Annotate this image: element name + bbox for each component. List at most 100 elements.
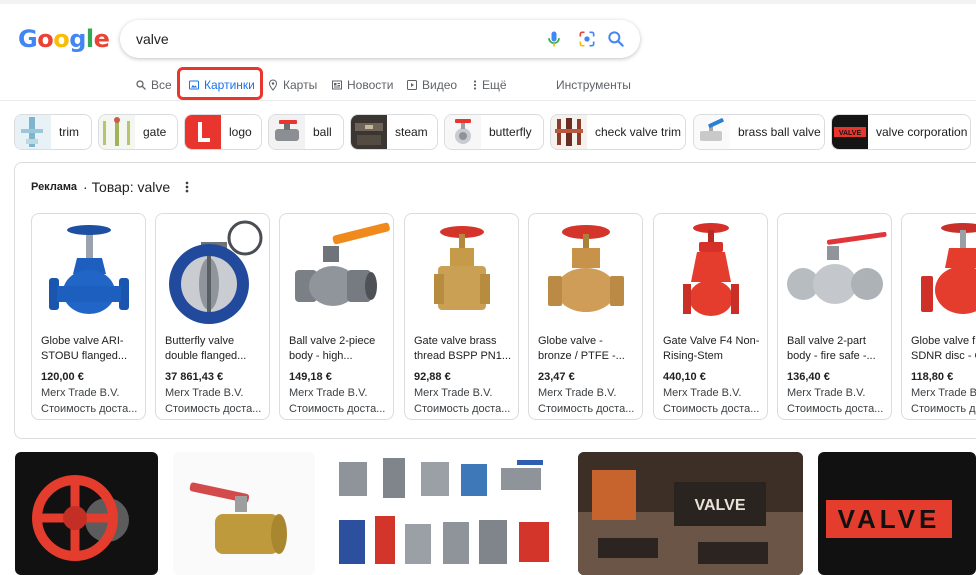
product-name: Globe valve flanged SDNR disc - G... [911,335,976,362]
valve-office-image: VALVE [578,452,803,575]
product-price: 92,88 € [414,371,451,383]
product-store: Merx Trade B.V. [538,387,617,399]
image-results: VALVE VALVE [0,452,976,575]
chip-butterfly[interactable]: butterfly [444,114,544,150]
valve-logo-text: VALVE [838,504,941,534]
ad-label: Реклама [31,181,78,193]
chip-thumbnail [185,115,221,149]
product-shipping: Стоимость доста... [787,403,884,415]
tools-button[interactable]: Инструменты [556,74,631,96]
product-shipping: Стоимость доста... [41,403,138,415]
product-store: Merx Trade B.V. [41,387,120,399]
image-result[interactable]: VALVE [578,452,803,575]
product-card[interactable]: Butterfly valve double flanged... 37 861… [155,213,270,420]
image-result[interactable]: VALVE [818,452,976,575]
image-result[interactable] [173,452,315,575]
product-shipping: Стоимость доста... [289,403,386,415]
valve-sign-text: VALVE [695,497,746,514]
more-vert-icon [473,80,477,90]
chip-label: logo [229,125,252,139]
product-shipping: Стоимость доста... [911,403,976,415]
product-card[interactable]: Ball valve 2-piece body - high... 149,18… [279,213,394,420]
image-result[interactable] [331,452,563,575]
logo-letter: l [85,25,94,53]
top-strip [0,0,976,4]
logo-letter: G [18,25,38,53]
product-name: Ball valve 2-piece body - high... [289,335,376,362]
tab-maps[interactable]: Карты [267,74,317,96]
chip-thumbnail: VALVE [832,115,868,149]
tab-news[interactable]: Новости [331,74,393,96]
chip-label: valve corporation [876,125,968,139]
chip-label: check valve trim [595,125,682,139]
tab-more[interactable]: Ещё [472,74,507,96]
chip-valve-corporation[interactable]: VALVE valve corporation [831,114,971,150]
product-card[interactable]: Gate Valve F4 Non-Rising-Stem GGG4... 44… [653,213,768,420]
product-card[interactable]: Globe valve flanged SDNR disc - G... 118… [901,213,976,420]
camera-lens-icon[interactable] [577,29,597,49]
logo-letter: o [53,25,70,53]
chip-label: ball [313,125,332,139]
product-store: Merx Trade B.V. [289,387,368,399]
image-result[interactable] [15,452,158,575]
search-tabs: Все Картинки Карты Новости Видео Ещё Инс… [0,68,976,100]
product-store: Merx Trade B.V. [663,387,742,399]
product-shipping: Стоимость доста... [165,403,262,415]
valve-handwheel-image [32,475,129,561]
product-image [434,226,490,310]
tab-label: Все [151,78,172,92]
chip-brass-ball-valve[interactable]: brass ball valve [693,114,825,150]
logo-letter: o [37,25,54,53]
product-store: Merx Trade B.V. [165,387,244,399]
product-name: Globe valve - bronze / PTFE -... [538,335,625,362]
valve-logo-mini: VALVE [839,130,862,137]
tab-label: Ещё [482,78,507,92]
search-input[interactable]: valve [136,31,169,47]
chip-check-valve-trim[interactable]: check valve trim [550,114,686,150]
product-card[interactable]: Ball valve 2-part body - fire safe -... … [777,213,892,420]
news-icon [332,80,342,90]
product-card[interactable]: Gate valve brass thread BSPP PN1... 92,8… [404,213,519,420]
chip-logo[interactable]: logo [184,114,262,150]
chip-steam[interactable]: steam [350,114,438,150]
chip-thumbnail [15,115,51,149]
chip-thumbnail [551,115,587,149]
chip-label: steam [395,125,428,139]
chip-label: gate [143,125,167,139]
product-card[interactable]: Globe valve ARI-STOBU flanged... 120,00 … [31,213,146,420]
chip-thumbnail [351,115,387,149]
search-box[interactable]: valve [120,20,640,58]
product-price: 136,40 € [787,371,830,383]
shopping-ads-card: Реклама · Товар: valve Globe valve ARI-S… [14,162,976,439]
logo-letter: g [69,25,86,53]
chip-trim[interactable]: trim [14,114,92,150]
tab-all[interactable]: Все [135,74,172,96]
product-image [548,225,624,312]
shopping-header: Реклама · Товар: valve [31,179,190,195]
tab-label: Карты [283,78,318,92]
product-price: 120,00 € [41,371,84,383]
chip-ball[interactable]: ball [268,114,344,150]
valve-logo-image: VALVE [826,500,952,538]
product-image [787,231,887,304]
chip-thumbnail [269,115,305,149]
chip-thumbnail [694,115,730,149]
product-store: Merx Trade B.V. [787,387,866,399]
logo-letter: e [93,25,110,53]
product-store: Merx Trade B.V. [414,387,493,399]
product-price: 23,47 € [538,371,575,383]
related-chips: trim gate logo ball steam butterfly chec… [14,114,976,150]
tab-video[interactable]: Видео [406,74,457,96]
images-tab-highlight [177,67,263,100]
chip-gate[interactable]: gate [98,114,178,150]
microphone-icon[interactable] [544,29,564,49]
product-card[interactable]: Globe valve - bronze / PTFE -... 23,47 €… [528,213,643,420]
tab-label: Видео [422,78,458,92]
valve-types-chart-image [339,458,549,564]
product-name: Gate valve brass thread BSPP PN1... [414,335,512,362]
more-vert-icon[interactable] [184,180,190,194]
product-price: 37 861,43 € [165,371,224,383]
google-logo[interactable]: Google [18,25,110,53]
search-icon[interactable] [606,29,626,49]
product-name: Globe valve ARI-STOBU flanged... [41,335,128,362]
